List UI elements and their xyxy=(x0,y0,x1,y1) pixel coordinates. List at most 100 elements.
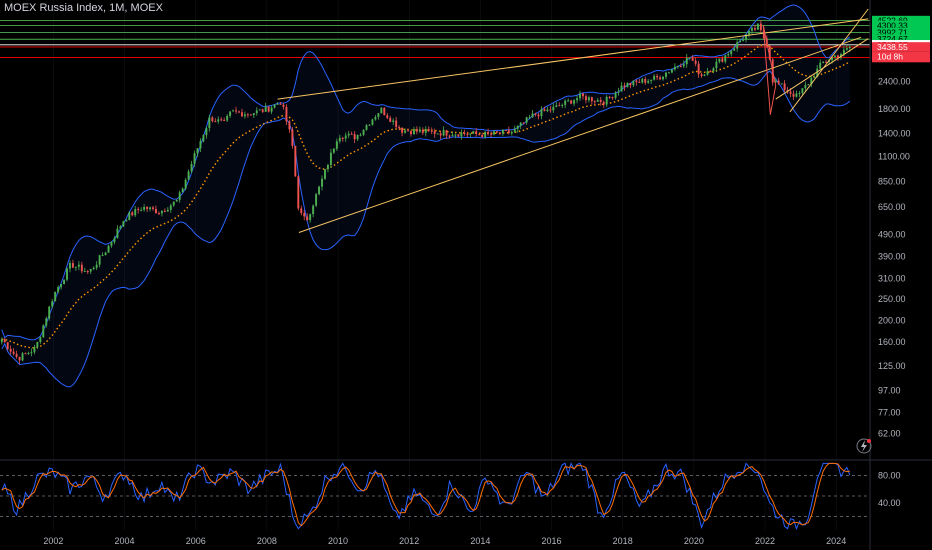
candle-body-64 xyxy=(190,163,193,172)
candle-body-281 xyxy=(834,55,836,57)
candle-body-166 xyxy=(493,131,495,135)
price-tick-12: 125.00 xyxy=(878,361,906,371)
candle-body-270 xyxy=(801,88,804,93)
candle-body-47 xyxy=(140,209,143,211)
candle-body-72 xyxy=(214,121,217,123)
candle-body-181 xyxy=(537,114,540,117)
candle-body-115 xyxy=(341,137,344,139)
candle-body-256 xyxy=(759,23,762,31)
candle-body-41 xyxy=(122,221,125,227)
candle-body-15 xyxy=(45,318,48,326)
candle-body-107 xyxy=(318,186,321,195)
candle-body-26 xyxy=(77,264,80,267)
candle-body-34 xyxy=(101,255,104,257)
price-axis[interactable]: 2400.00 1800.00 1400.00 1100.00 850.00 650.00… xyxy=(869,0,911,550)
countdown-label: 10d 8h xyxy=(877,51,903,61)
candle-body-143 xyxy=(424,129,427,133)
candle-body-185 xyxy=(549,109,552,111)
candle-body-65 xyxy=(193,153,196,164)
candle-body-159 xyxy=(472,131,475,134)
price-tick-15: 62.00 xyxy=(878,428,901,438)
candle-body-43 xyxy=(128,212,131,220)
candle-body-240 xyxy=(712,68,715,72)
candle-body-0 xyxy=(0,339,3,343)
candle-body-266 xyxy=(789,91,792,94)
candle-body-123 xyxy=(365,125,368,130)
candle-body-11 xyxy=(33,347,36,353)
lightning-icon-dot xyxy=(867,439,871,443)
candle-body-40 xyxy=(119,226,122,229)
candle-body-248 xyxy=(736,42,739,49)
candle-body-33 xyxy=(98,255,101,265)
price-chart[interactable]: 80.00 40.00 2400.00 1800.00 1400.00 1100.00 8… xyxy=(0,0,932,550)
candle-body-101 xyxy=(300,208,303,214)
price-tick-3: 1100.00 xyxy=(878,152,910,162)
candle-body-63 xyxy=(187,171,190,180)
candle-body-10 xyxy=(30,352,33,354)
candle-body-186 xyxy=(552,106,555,111)
candle-body-247 xyxy=(733,48,736,51)
candle-body-234 xyxy=(694,60,697,64)
candle-body-163 xyxy=(484,132,487,138)
candle-body-264 xyxy=(783,83,786,91)
candle-body-190 xyxy=(564,100,567,105)
candle-body-51 xyxy=(152,207,154,209)
candle-body-148 xyxy=(439,133,442,136)
candle-body-93 xyxy=(276,103,279,105)
candle-body-145 xyxy=(430,130,433,132)
candle-body-13 xyxy=(39,337,42,343)
candle-body-56 xyxy=(166,209,169,212)
candle-body-75 xyxy=(223,119,226,121)
candle-body-180 xyxy=(534,113,537,115)
candle-body-100 xyxy=(297,176,300,209)
candle-body-168 xyxy=(498,132,501,134)
candle-body-212 xyxy=(629,82,632,86)
candle-body-95 xyxy=(282,104,285,107)
candle-body-156 xyxy=(463,132,466,134)
candle-body-221 xyxy=(656,75,659,78)
candle-body-42 xyxy=(125,219,128,222)
candle-body-88 xyxy=(261,109,264,112)
candle-body-73 xyxy=(217,119,220,122)
candle-body-201 xyxy=(596,99,599,102)
candle-body-58 xyxy=(172,201,175,206)
time-tick-9: 2020 xyxy=(684,536,704,546)
candle-body-133 xyxy=(395,120,398,128)
candle-body-144 xyxy=(427,129,430,131)
candle-body-99 xyxy=(294,145,297,177)
time-tick-10: 2022 xyxy=(755,536,775,546)
candle-body-254 xyxy=(753,28,756,30)
candle-body-237 xyxy=(703,74,706,76)
candle-body-16 xyxy=(48,306,51,319)
candle-body-209 xyxy=(620,85,623,92)
candle-body-194 xyxy=(576,98,578,101)
time-tick-5: 2012 xyxy=(399,536,419,546)
time-tick-0: 2002 xyxy=(43,536,63,546)
candle-body-104 xyxy=(309,214,312,221)
candle-body-160 xyxy=(475,131,478,134)
candle-body-76 xyxy=(226,115,229,121)
candle-body-243 xyxy=(721,58,724,62)
lightning-icon[interactable] xyxy=(856,438,872,454)
candle-body-219 xyxy=(650,79,653,81)
candle-body-119 xyxy=(353,134,356,140)
candle-body-96 xyxy=(285,106,288,122)
candle-body-135 xyxy=(401,127,404,133)
candle-body-57 xyxy=(169,205,172,210)
time-tick-11: 2024 xyxy=(826,536,846,546)
candle-body-146 xyxy=(433,131,436,134)
candle-body-204 xyxy=(605,96,608,105)
candle-body-213 xyxy=(632,80,635,86)
candle-body-165 xyxy=(490,133,493,135)
candle-body-94 xyxy=(279,103,282,105)
price-tick-11: 160.00 xyxy=(878,337,906,347)
candle-body-139 xyxy=(412,129,415,135)
candle-body-214 xyxy=(635,80,638,82)
candle-body-267 xyxy=(792,93,795,97)
candle-body-22 xyxy=(66,268,68,280)
time-axis[interactable]: 2002 2004 2006 2008 2010 2012 2014 2016 2018 2020… xyxy=(43,536,846,546)
candle-body-12 xyxy=(36,342,39,348)
time-tick-1: 2004 xyxy=(115,536,135,546)
candle-body-250 xyxy=(742,39,745,41)
price-tick-1: 1800.00 xyxy=(878,104,911,114)
